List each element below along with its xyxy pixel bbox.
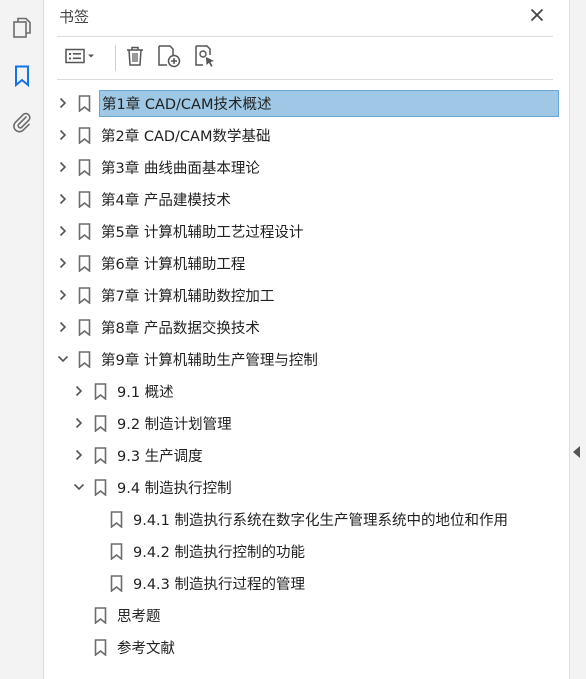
bookmark-item-icon — [77, 94, 91, 112]
bookmark-item-icon — [109, 510, 123, 528]
panel-splitter[interactable] — [569, 0, 586, 679]
new-bookmark-from-structure-button[interactable] — [191, 44, 219, 72]
bookmark-label: 第6章 计算机辅助工程 — [101, 256, 246, 273]
bookmark-item[interactable]: 第4章 产品建模技术 — [57, 184, 233, 214]
options-dropdown-button[interactable] — [61, 46, 99, 70]
bookmark-item[interactable]: 第9章 计算机辅助生产管理与控制 — [57, 344, 320, 374]
bookmark-label: 9.4.2 制造执行控制的功能 — [133, 544, 306, 561]
bookmark-label: 第1章 CAD/CAM技术概述 — [99, 89, 559, 117]
chevron-right-icon[interactable] — [57, 257, 69, 269]
bookmark-label: 第7章 计算机辅助数控加工 — [101, 288, 275, 305]
bookmark-item-icon — [77, 286, 91, 304]
chevron-right-icon[interactable] — [57, 129, 69, 141]
bookmark-item-icon — [77, 318, 91, 336]
bookmark-item-icon — [77, 158, 91, 176]
bookmark-item[interactable]: 思考题 — [93, 600, 163, 630]
bookmarks-toolbar — [57, 36, 553, 80]
bookmark-item-icon — [109, 574, 123, 592]
chevron-right-icon[interactable] — [57, 321, 69, 333]
bookmark-label: 第9章 计算机辅助生产管理与控制 — [101, 352, 318, 369]
new-bookmark-button[interactable] — [155, 44, 183, 72]
bookmark-item-icon — [93, 382, 107, 400]
chevron-right-icon[interactable] — [57, 161, 69, 173]
bookmark-item-icon — [77, 126, 91, 144]
bookmark-item[interactable]: 第6章 计算机辅助工程 — [57, 248, 247, 278]
bookmark-label: 9.1 概述 — [117, 384, 174, 401]
chevron-right-icon[interactable] — [57, 225, 69, 237]
bookmark-item-icon — [93, 638, 107, 656]
bookmark-label: 9.2 制造计划管理 — [117, 416, 232, 433]
bookmark-label: 9.4 制造执行控制 — [117, 480, 232, 497]
bookmark-item-icon — [77, 222, 91, 240]
bookmark-item-icon — [77, 350, 91, 368]
bookmark-item[interactable]: 第3章 曲线曲面基本理论 — [57, 152, 262, 182]
pages-icon[interactable] — [8, 14, 36, 42]
delete-icon — [125, 45, 145, 71]
bookmark-item[interactable]: 第1章 CAD/CAM技术概述 — [57, 88, 559, 118]
chevron-right-icon[interactable] — [57, 193, 69, 205]
bookmark-item-icon — [109, 542, 123, 560]
bookmark-item-icon — [93, 446, 107, 464]
chevron-right-icon[interactable] — [57, 289, 69, 301]
bookmark-label: 第3章 曲线曲面基本理论 — [101, 160, 260, 177]
delete-bookmark-button[interactable] — [123, 46, 147, 70]
bookmark-item-icon — [93, 606, 107, 624]
chevron-right-icon[interactable] — [73, 449, 85, 461]
bookmark-label: 第8章 产品数据交换技术 — [101, 320, 260, 337]
bookmark-item[interactable]: 9.4.3 制造执行过程的管理 — [109, 568, 307, 598]
collapse-panel-icon[interactable] — [573, 446, 580, 458]
bookmark-item[interactable]: 9.4 制造执行控制 — [73, 472, 234, 502]
bookmark-label: 第4章 产品建模技术 — [101, 192, 231, 209]
new-bookmark-icon — [156, 44, 182, 72]
bookmark-item[interactable]: 第7章 计算机辅助数控加工 — [57, 280, 276, 310]
navigation-rail — [0, 0, 44, 679]
bookmark-icon[interactable] — [8, 62, 36, 90]
attachment-icon[interactable] — [8, 108, 36, 136]
bookmark-item[interactable]: 9.4.2 制造执行控制的功能 — [109, 536, 307, 566]
bookmark-label: 参考文献 — [117, 640, 175, 657]
bookmark-label: 第5章 计算机辅助工艺过程设计 — [101, 224, 304, 241]
bookmark-item[interactable]: 第8章 产品数据交换技术 — [57, 312, 262, 342]
chevron-right-icon[interactable] — [73, 417, 85, 429]
options-icon — [65, 48, 95, 68]
chevron-right-icon[interactable] — [73, 385, 85, 397]
bookmark-item-icon — [93, 414, 107, 432]
toolbar-divider — [115, 45, 116, 71]
bookmark-item-icon — [77, 190, 91, 208]
bookmark-item[interactable]: 9.4.1 制造执行系统在数字化生产管理系统中的地位和作用 — [109, 504, 510, 534]
bookmark-item-icon — [77, 254, 91, 272]
new-bookmark-from-structure-icon — [193, 44, 217, 72]
bookmark-label: 9.4.1 制造执行系统在数字化生产管理系统中的地位和作用 — [133, 512, 509, 529]
bookmark-item[interactable]: 参考文献 — [93, 632, 177, 662]
panel-title: 书签 — [59, 8, 90, 26]
bookmark-label: 思考题 — [117, 608, 161, 625]
bookmark-label: 第2章 CAD/CAM数学基础 — [101, 128, 271, 145]
close-icon[interactable] — [528, 6, 546, 24]
bookmark-item-icon — [93, 478, 107, 496]
bookmark-item[interactable]: 9.2 制造计划管理 — [73, 408, 234, 438]
chevron-down-icon[interactable] — [57, 353, 69, 365]
bookmark-item[interactable]: 9.3 生产调度 — [73, 440, 205, 470]
bookmarks-panel: 书签 第1章 CAD/CAM技术概述 第2章 CAD/CAM数学基础 第3章 曲… — [45, 0, 569, 679]
bookmark-item[interactable]: 第5章 计算机辅助工艺过程设计 — [57, 216, 305, 246]
bookmark-label: 9.3 生产调度 — [117, 448, 203, 465]
bookmark-item[interactable]: 第2章 CAD/CAM数学基础 — [57, 120, 272, 150]
bookmark-label: 9.4.3 制造执行过程的管理 — [133, 576, 306, 593]
bookmark-item[interactable]: 9.1 概述 — [73, 376, 176, 406]
chevron-right-icon[interactable] — [57, 97, 69, 109]
chevron-down-icon[interactable] — [73, 481, 85, 493]
